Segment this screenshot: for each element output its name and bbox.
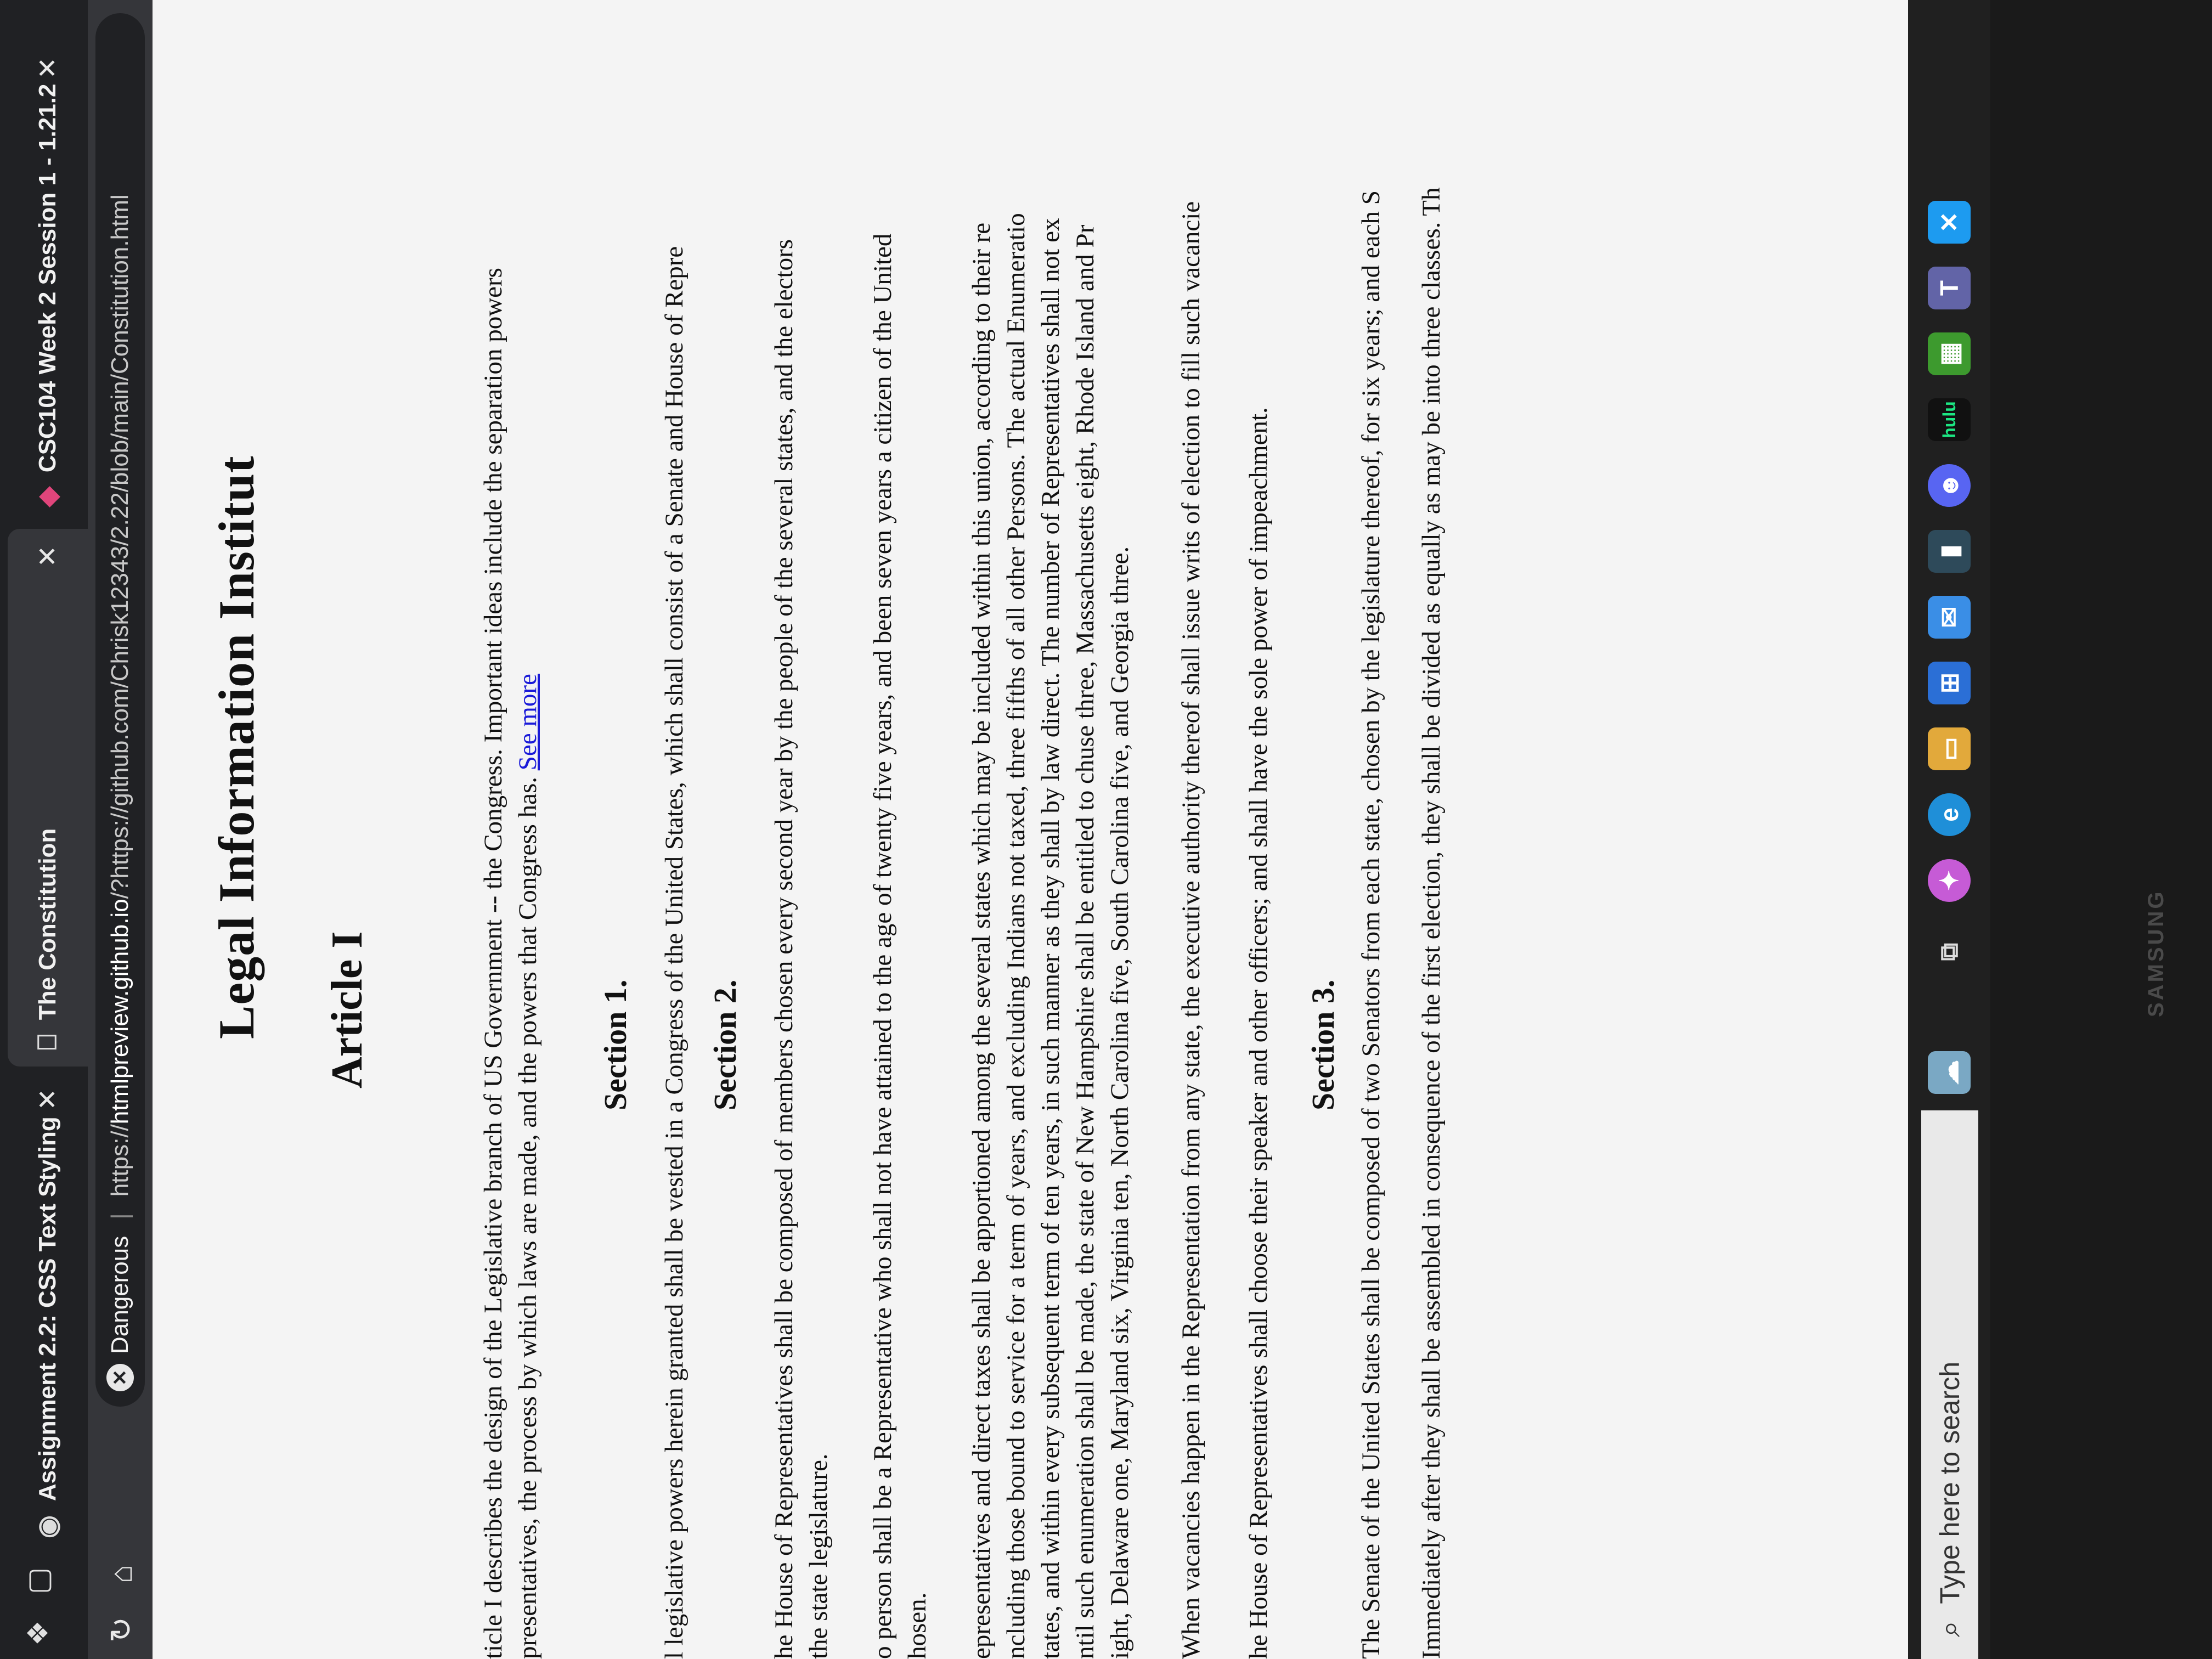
paragraph-line: ight, Delaware one, Maryland six, Virgin… <box>1105 546 1134 1659</box>
page-content: Legal Information Institut Article I tic… <box>153 0 1908 1659</box>
app-icon[interactable]: ▮ <box>1928 530 1971 573</box>
address-bar[interactable]: ✕ Dangerous | https://htmlpreview.github… <box>95 13 145 1407</box>
paragraph-line: When vacancies happen in the Representat… <box>1177 201 1205 1659</box>
see-more-link[interactable]: See more <box>514 674 542 770</box>
tab-strip: ❖ ▢ ◉ Assignment 2.2: CSS Text Styling ✕… <box>0 0 88 1659</box>
taskbar-search[interactable]: ⌕ Type here to search <box>1921 1110 1978 1659</box>
paragraph-line: Immediately after they shall be assemble… <box>1417 187 1446 1659</box>
monitor-brand: SAMSUNG <box>2144 889 2168 1017</box>
intro-line-2: presentatives, the process by which laws… <box>514 777 542 1659</box>
taskbar: ⌕ Type here to search ☁ ⧉ ✦ e ▭ ⊞ ✉ ▮ ☻ … <box>1908 0 2212 1659</box>
paragraph-line: he House of Representatives shall be com… <box>770 239 798 1659</box>
paragraph-line: hosen. <box>903 1592 932 1659</box>
home-icon[interactable]: ⌂ <box>103 1565 139 1583</box>
screen: ❖ ▢ ◉ Assignment 2.2: CSS Text Styling ✕… <box>0 0 2212 1659</box>
intro-line-1: ticle I describes the design of the Legi… <box>479 268 507 1659</box>
section-1-text: l legislative powers herein granted shal… <box>660 246 689 1659</box>
task-view-icon[interactable]: ⧉ <box>1928 930 1971 973</box>
security-label: Dangerous <box>106 1235 133 1354</box>
url-host: htmlpreview.github.io <box>106 899 133 1125</box>
close-icon[interactable]: ✕ <box>32 1088 63 1110</box>
page-icon: ⎕ <box>33 1034 62 1050</box>
security-badge[interactable]: ✕ Dangerous <box>106 1236 134 1391</box>
paragraph-line: epresentatives and direct taxes shall be… <box>967 222 996 1659</box>
search-placeholder: Type here to search <box>1934 1361 1965 1604</box>
paragraph-line: o person shall be a Representative who s… <box>868 233 897 1659</box>
article-title: Article I <box>323 931 371 1088</box>
store-icon[interactable]: ⊞ <box>1928 662 1971 704</box>
paragraph-line: ncluding those bound to service for a te… <box>1002 213 1030 1659</box>
divider: | <box>106 1213 133 1220</box>
tab-assignment[interactable]: ◉ Assignment 2.2: CSS Text Styling ✕ <box>8 1072 88 1555</box>
search-icon: ⌕ <box>1933 1620 1966 1637</box>
tab-actions-icon[interactable]: ▢ <box>22 1567 55 1594</box>
discord-icon[interactable]: ☻ <box>1928 464 1971 507</box>
paragraph-line: ntil such enumeration shall be made, the… <box>1071 224 1099 1659</box>
edge-icon[interactable]: e <box>1928 793 1971 836</box>
tab-label: CSC104 Week 2 Session 1 - 1.21.2 <box>34 83 61 473</box>
minecraft-icon[interactable]: ▦ <box>1928 332 1971 375</box>
close-icon[interactable]: ✕ <box>32 57 63 79</box>
danger-icon: ✕ <box>106 1364 134 1391</box>
tab-constitution[interactable]: ⎕ The Constitution ✕ <box>8 529 88 1066</box>
close-icon[interactable]: ✕ <box>32 545 63 567</box>
x-icon[interactable]: ✕ <box>1928 201 1971 244</box>
paragraph-line: The Senate of the United States shall be… <box>1357 190 1385 1659</box>
site-title: Legal Information Institut <box>208 455 264 1039</box>
section-heading: Section 2. <box>707 979 743 1110</box>
paragraph-line: the state legislature. <box>804 1453 833 1659</box>
hulu-icon[interactable]: hulu <box>1928 398 1971 441</box>
refresh-icon[interactable]: ↻ <box>103 1617 139 1643</box>
url-rest: /?https://github.com/Chrisk12343/2.22/bl… <box>106 194 133 899</box>
teams-icon[interactable]: T <box>1928 267 1971 309</box>
paragraph-line: he House of Representatives shall choose… <box>1244 407 1273 1659</box>
site-icon: ◉ <box>33 1515 63 1538</box>
section-heading: Section 3. <box>1305 979 1341 1110</box>
section-heading: Section 1. <box>597 979 633 1110</box>
workspaces-icon[interactable]: ❖ <box>22 1620 55 1646</box>
address-toolbar: ↻ ⌂ ✕ Dangerous | https://htmlpreview.gi… <box>88 0 153 1659</box>
tab-label: Assignment 2.2: CSS Text Styling <box>34 1116 61 1502</box>
mail-icon[interactable]: ✉ <box>1928 596 1971 639</box>
url-prefix: https:// <box>106 1124 133 1197</box>
intro-paragraph: presentatives, the process by which laws… <box>511 674 545 1659</box>
tab-csc104[interactable]: ◆ CSC104 Week 2 Session 1 - 1.21.2 ✕ <box>8 41 88 523</box>
tab-label: The Constitution <box>34 828 61 1020</box>
brand-icon: ◆ <box>33 487 63 507</box>
file-explorer-icon[interactable]: ▭ <box>1928 727 1971 770</box>
paragraph-line: tates, and within every subsequent term … <box>1036 218 1065 1659</box>
copilot-icon[interactable]: ✦ <box>1928 859 1971 902</box>
widgets-icon[interactable]: ☁ <box>1928 1051 1971 1094</box>
